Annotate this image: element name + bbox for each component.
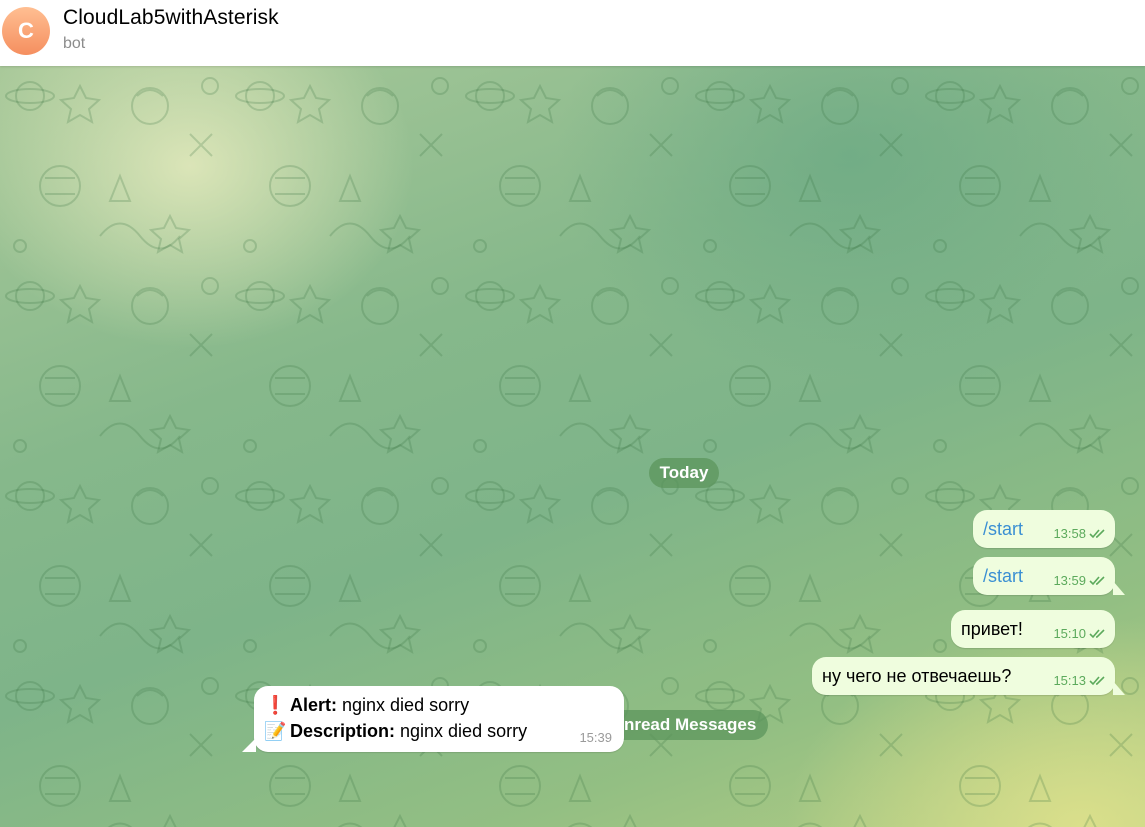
message-time: 13:59 <box>1053 573 1086 588</box>
alert-line: ❗ Alert: nginx died sorry <box>264 695 469 716</box>
chat-header: C CloudLab5withAsterisk bot <box>0 0 1145 66</box>
message-meta: 13:59 <box>1053 573 1107 588</box>
message-time: 15:39 <box>579 730 612 745</box>
exclamation-icon: ❗ <box>264 695 287 715</box>
read-check-icon <box>1089 676 1105 686</box>
alert-label: Alert: <box>290 695 338 715</box>
read-check-icon <box>1089 576 1105 586</box>
message-text: привет! <box>961 618 1023 639</box>
message-time: 13:58 <box>1053 526 1086 541</box>
description-value: nginx died sorry <box>395 721 528 741</box>
message-meta: 15:10 <box>1053 626 1107 641</box>
incoming-message[interactable]: ❗ Alert: nginx died sorry 📝 Description: n… <box>254 686 624 752</box>
memo-icon: 📝 <box>264 721 287 741</box>
description-label: Description: <box>290 721 396 741</box>
outgoing-message[interactable]: привет! 15:10 <box>951 610 1115 648</box>
read-check-icon <box>1089 529 1105 539</box>
bot-command-link[interactable]: /start <box>983 519 1023 540</box>
message-text: ну чего не отвечаешь? <box>822 665 1012 686</box>
message-meta: 13:58 <box>1053 526 1107 541</box>
message-time: 15:10 <box>1053 626 1086 641</box>
read-check-icon <box>1089 629 1105 639</box>
avatar[interactable]: C <box>2 7 50 55</box>
outgoing-message[interactable]: /start 13:58 <box>973 510 1115 548</box>
outgoing-message[interactable]: ну чего не отвечаешь? 15:13 <box>812 657 1115 695</box>
bot-command-link[interactable]: /start <box>983 566 1023 587</box>
chat-status: bot <box>63 35 86 52</box>
chat-title[interactable]: CloudLab5withAsterisk <box>63 6 279 30</box>
unread-separator: Unread Messages <box>600 710 768 740</box>
description-line: 📝 Description: nginx died sorry <box>264 721 527 742</box>
date-separator: Today <box>649 458 719 488</box>
alert-value: nginx died sorry <box>337 695 470 715</box>
outgoing-message[interactable]: /start 13:59 <box>973 557 1115 595</box>
message-time: 15:13 <box>1053 673 1086 688</box>
message-meta: 15:13 <box>1053 673 1107 688</box>
